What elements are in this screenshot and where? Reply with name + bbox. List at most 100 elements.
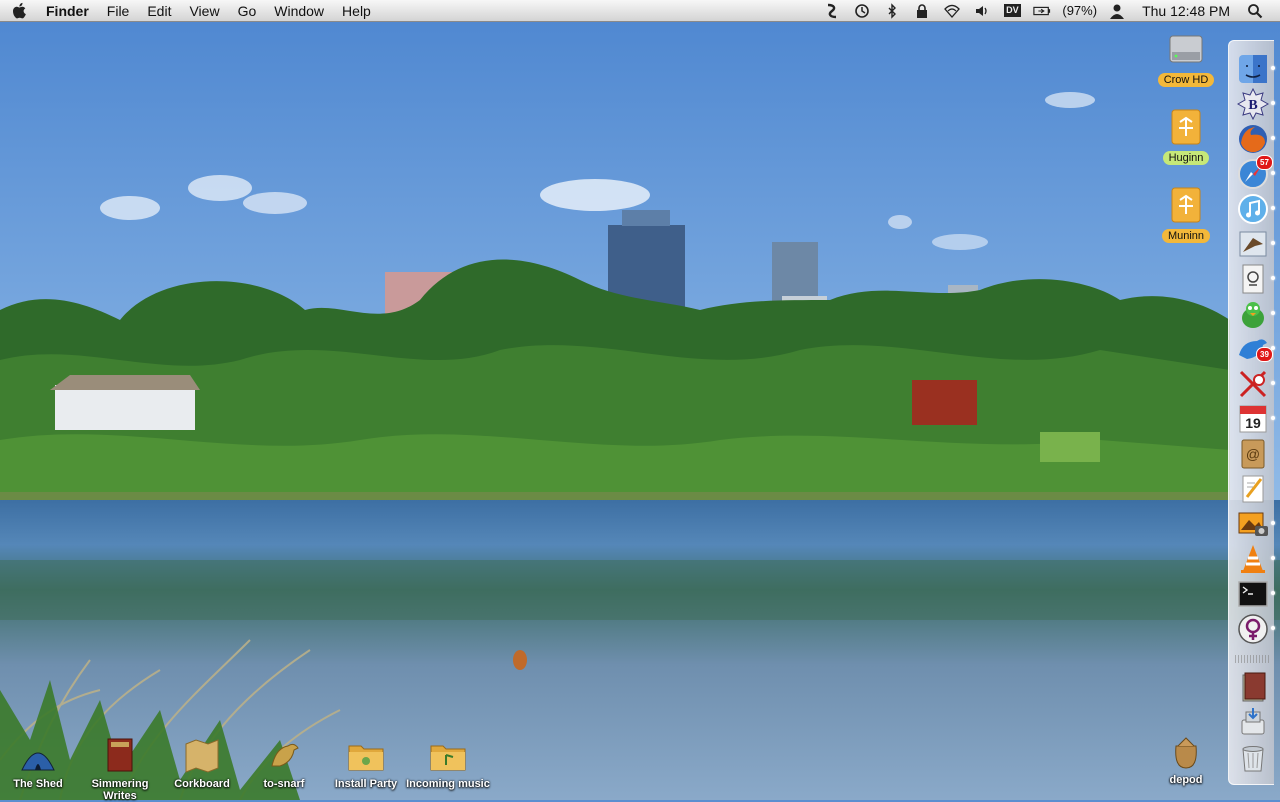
dock-item-preview[interactable] xyxy=(1237,263,1275,295)
adium-duck-icon xyxy=(1242,302,1264,328)
desktop-icon-label: The Shed xyxy=(13,778,63,790)
preview-icon xyxy=(1242,264,1264,294)
menu-edit[interactable]: Edit xyxy=(138,0,180,22)
folder-icon xyxy=(346,736,386,776)
desktop-icon-install-party[interactable]: Install Party xyxy=(324,736,408,790)
wifi-icon[interactable] xyxy=(943,3,961,19)
bird-icon xyxy=(264,736,304,776)
user-icon[interactable] xyxy=(1108,3,1126,19)
apple-menu-icon[interactable] xyxy=(0,0,40,22)
running-indicator xyxy=(1271,206,1275,210)
notification-badge: 39 xyxy=(1256,347,1273,362)
desktop-icon-crow-hd[interactable]: Crow HD xyxy=(1144,30,1228,88)
dock-item-address-book[interactable]: @ xyxy=(1237,438,1269,470)
desktop-icon-label: Crow HD xyxy=(1157,73,1215,87)
desktop-icon-incoming-music[interactable]: Incoming music xyxy=(406,736,490,790)
menu-finder[interactable]: Finder xyxy=(40,0,98,22)
tent-icon xyxy=(18,736,58,776)
display-dv-icon[interactable]: DV xyxy=(1003,3,1021,19)
running-indicator xyxy=(1271,66,1275,70)
crossed-tools-icon xyxy=(1239,370,1267,398)
menu-view[interactable]: View xyxy=(180,0,228,22)
book-icon xyxy=(100,736,140,776)
desktop-icon-the-shed[interactable]: The Shed xyxy=(0,736,80,790)
desktop-wallpaper xyxy=(0,0,1280,800)
textedit-icon xyxy=(1242,475,1264,503)
trash-icon xyxy=(1242,746,1264,772)
dock-item-terminal[interactable] xyxy=(1237,578,1275,610)
dock-item-downloads-stack[interactable] xyxy=(1237,706,1269,738)
running-indicator xyxy=(1271,311,1275,315)
menu-bar: Finder File Edit View Go Window Help DV … xyxy=(0,0,1280,22)
terminal-icon xyxy=(1238,581,1268,607)
dock-separator xyxy=(1235,655,1269,663)
desktop-icon-depod[interactable]: depod xyxy=(1144,732,1228,786)
desktop-icon-label: Corkboard xyxy=(174,778,230,790)
menu-go[interactable]: Go xyxy=(229,0,266,22)
notification-badge: 57 xyxy=(1256,155,1273,170)
svg-text:@: @ xyxy=(1246,446,1260,462)
svg-text:B: B xyxy=(1248,98,1257,113)
menu-file[interactable]: File xyxy=(98,0,139,22)
running-indicator xyxy=(1271,171,1275,175)
dock-item-twitterrific[interactable]: 39 xyxy=(1237,333,1275,365)
desktop-icon-to-snarf[interactable]: to-snarf xyxy=(242,736,326,790)
dock: B 57 39 19 @ xyxy=(1228,40,1275,785)
running-indicator xyxy=(1271,346,1275,350)
dock-item-adium[interactable] xyxy=(1237,298,1275,330)
menu-window[interactable]: Window xyxy=(265,0,333,22)
volume-icon[interactable] xyxy=(973,3,991,19)
mail-hawk-icon xyxy=(1239,231,1267,257)
calendar-date: 19 xyxy=(1245,415,1261,431)
folder-icon xyxy=(428,736,468,776)
dock-item-tools[interactable] xyxy=(1237,368,1275,400)
running-indicator xyxy=(1271,591,1275,595)
dock-item-mail-hawk[interactable] xyxy=(1237,228,1275,260)
dock-item-iphoto[interactable] xyxy=(1237,508,1275,540)
dock-item-safari[interactable]: 57 xyxy=(1237,155,1275,190)
address-book-icon: @ xyxy=(1241,439,1265,469)
dock-item-ical[interactable]: 19 xyxy=(1237,403,1275,435)
lock-icon[interactable] xyxy=(913,3,931,19)
photo-camera-icon xyxy=(1238,512,1268,536)
dock-item-finder[interactable] xyxy=(1237,53,1275,85)
dock-item-trash[interactable] xyxy=(1237,741,1269,773)
running-indicator xyxy=(1271,521,1275,525)
desktop-icon-muninn[interactable]: Muninn xyxy=(1144,186,1228,244)
desktop-icon-label: depod xyxy=(1169,774,1203,786)
bbedit-icon: B xyxy=(1236,87,1270,121)
desktop-icon-label: Incoming music xyxy=(406,778,490,790)
dock-item-vlc[interactable] xyxy=(1237,543,1275,575)
dock-item-textedit[interactable] xyxy=(1237,473,1269,505)
vlc-cone-icon xyxy=(1241,545,1265,573)
dock-item-firefox[interactable] xyxy=(1237,123,1275,155)
menu-help[interactable]: Help xyxy=(333,0,380,22)
dock-item-bbedit[interactable]: B xyxy=(1236,87,1275,121)
menu-clock[interactable]: Thu 12:48 PM xyxy=(1142,3,1230,19)
map-icon xyxy=(182,736,222,776)
downloads-stack-icon xyxy=(1241,708,1265,735)
perian-icon xyxy=(1238,614,1268,644)
firewire-drive-icon xyxy=(1166,186,1206,226)
dock-item-itunes[interactable] xyxy=(1237,193,1275,225)
documents-stack-icon xyxy=(1242,672,1266,702)
dv-label: DV xyxy=(1004,4,1021,17)
running-indicator xyxy=(1271,381,1275,385)
firefox-icon xyxy=(1239,125,1267,153)
itunes-icon xyxy=(1238,194,1268,224)
running-indicator xyxy=(1271,626,1275,630)
dock-item-perian[interactable] xyxy=(1237,613,1275,645)
desktop-icon-corkboard[interactable]: Corkboard xyxy=(160,736,244,790)
desktop-icon-label: Muninn xyxy=(1161,229,1211,243)
spotlight-search-icon[interactable] xyxy=(1246,3,1264,19)
script-icon[interactable] xyxy=(823,3,841,19)
battery-icon[interactable] xyxy=(1033,3,1051,19)
desktop-icon-simmering-writes[interactable]: Simmering Writes xyxy=(78,736,162,802)
time-machine-icon[interactable] xyxy=(853,3,871,19)
desktop-icon-huginn[interactable]: Huginn xyxy=(1144,108,1228,166)
running-indicator xyxy=(1271,101,1275,105)
bluetooth-icon[interactable] xyxy=(883,2,901,19)
running-indicator xyxy=(1271,241,1275,245)
running-indicator xyxy=(1271,556,1275,560)
dock-item-documents-stack[interactable] xyxy=(1237,671,1269,703)
